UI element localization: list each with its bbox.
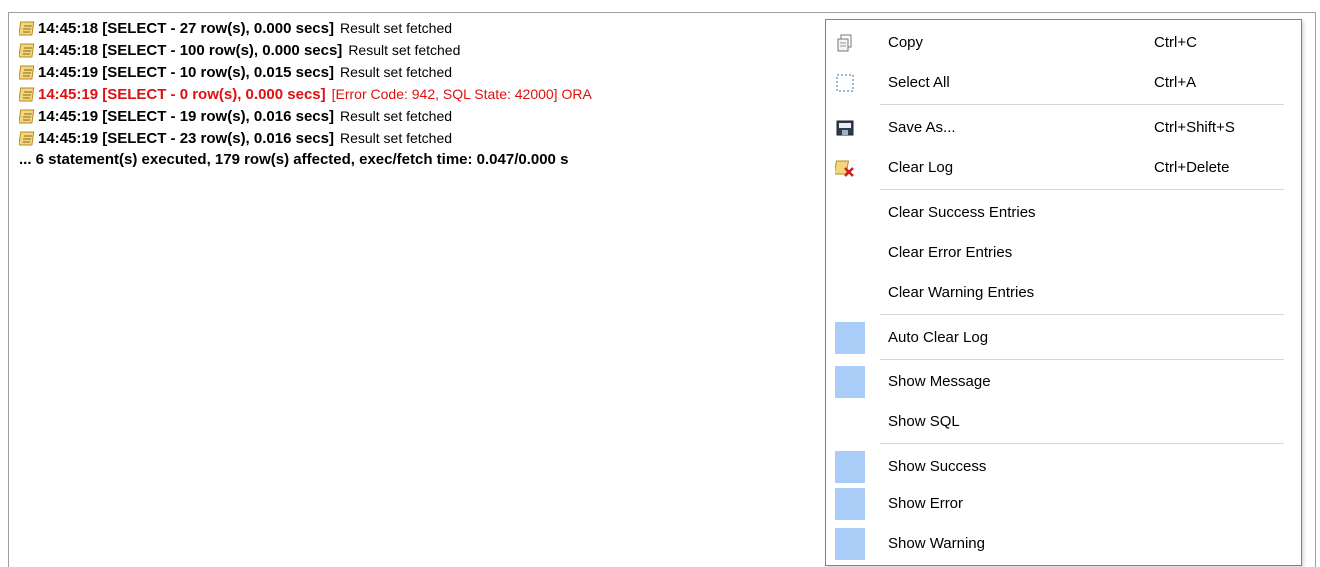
menu-label: Auto Clear Log [888, 329, 989, 346]
checked-indicator [835, 451, 865, 483]
menu-label: Copy [888, 34, 924, 51]
log-line[interactable]: 14:45:19 [SELECT - 10 row(s), 0.015 secs… [19, 61, 592, 83]
select-all-icon [836, 74, 854, 92]
log-stamp: 14:45:18 [SELECT - 100 row(s), 0.000 sec… [38, 42, 343, 59]
menu-label: Show Error [888, 495, 964, 512]
menu-item-select-all[interactable]: Select All Ctrl+A [826, 66, 1301, 100]
log-line[interactable]: 14:45:19 [SELECT - 19 row(s), 0.016 secs… [19, 105, 592, 127]
checked-indicator [835, 366, 865, 398]
menu-label: Show Success [888, 458, 987, 475]
menu-separator [880, 314, 1284, 315]
result-log-icon [19, 43, 35, 58]
log-message: [Error Code: 942, SQL State: 42000] ORA [331, 86, 592, 102]
checked-indicator [835, 488, 865, 520]
menu-label: Show Warning [888, 535, 985, 552]
menu-shortcut: Ctrl+Shift+S [1154, 119, 1235, 136]
menu-shortcut: Ctrl+C [1154, 34, 1197, 51]
result-log-icon [19, 131, 35, 146]
log-stamp: 14:45:19 [SELECT - 10 row(s), 0.015 secs… [38, 64, 334, 81]
menu-label: Clear Log [888, 159, 954, 176]
menu-item-show-message[interactable]: Show Message [826, 365, 1301, 399]
menu-label: Clear Success Entries [888, 204, 1036, 221]
menu-item-auto-clear-log[interactable]: Auto Clear Log [826, 321, 1301, 355]
log-message: Result set fetched [339, 108, 453, 124]
log-lines: 14:45:18 [SELECT - 27 row(s), 0.000 secs… [19, 17, 592, 171]
menu-separator [880, 189, 1284, 190]
menu-label: Show Message [888, 373, 991, 390]
copy-icon [837, 34, 852, 52]
menu-item-save-as[interactable]: Save As... Ctrl+Shift+S [826, 111, 1301, 145]
clear-log-icon [835, 160, 854, 177]
menu-shortcut: Ctrl+Delete [1154, 159, 1230, 176]
menu-item-show-error[interactable]: Show Error [826, 487, 1301, 521]
result-log-icon [19, 109, 35, 124]
checked-indicator [835, 322, 865, 354]
log-stamp: 14:45:19 [SELECT - 0 row(s), 0.000 secs] [38, 86, 326, 103]
result-log-icon [19, 21, 35, 36]
checked-indicator [835, 528, 865, 560]
menu-item-show-warning[interactable]: Show Warning [826, 527, 1301, 561]
log-stamp: 14:45:18 [SELECT - 27 row(s), 0.000 secs… [38, 20, 334, 37]
menu-item-show-success[interactable]: Show Success [826, 450, 1301, 484]
log-stamp: 14:45:19 [SELECT - 19 row(s), 0.016 secs… [38, 108, 334, 125]
log-line[interactable]: 14:45:18 [SELECT - 27 row(s), 0.000 secs… [19, 17, 592, 39]
menu-item-clear-error[interactable]: Clear Error Entries [826, 236, 1301, 270]
log-line-error[interactable]: 14:45:19 [SELECT - 0 row(s), 0.000 secs]… [19, 83, 592, 105]
log-line[interactable]: 14:45:19 [SELECT - 23 row(s), 0.016 secs… [19, 127, 592, 149]
menu-shortcut: Ctrl+A [1154, 74, 1197, 91]
log-message: Result set fetched [339, 130, 453, 146]
log-context-menu: Copy Ctrl+C Select All Ctrl+A Save As...… [825, 19, 1302, 566]
menu-label: Clear Warning Entries [888, 284, 1035, 301]
log-message: Result set fetched [339, 20, 453, 36]
menu-item-show-sql[interactable]: Show SQL [826, 405, 1301, 439]
menu-label: Clear Error Entries [888, 244, 1013, 261]
log-stamp: 14:45:19 [SELECT - 23 row(s), 0.016 secs… [38, 130, 334, 147]
menu-item-clear-log[interactable]: Clear Log Ctrl+Delete [826, 151, 1301, 185]
menu-separator [880, 443, 1284, 444]
menu-label: Show SQL [888, 413, 960, 430]
result-log-icon [19, 87, 35, 102]
log-summary: ... 6 statement(s) executed, 179 row(s) … [19, 151, 569, 168]
menu-item-clear-warning[interactable]: Clear Warning Entries [826, 276, 1301, 310]
log-message: Result set fetched [339, 64, 453, 80]
menu-item-copy[interactable]: Copy Ctrl+C [826, 26, 1301, 60]
log-message: Result set fetched [348, 42, 461, 58]
menu-item-clear-success[interactable]: Clear Success Entries [826, 196, 1301, 230]
menu-separator [880, 359, 1284, 360]
result-log-icon [19, 65, 35, 80]
menu-separator [880, 104, 1284, 105]
menu-label: Select All [888, 74, 950, 91]
log-line[interactable]: 14:45:18 [SELECT - 100 row(s), 0.000 sec… [19, 39, 592, 61]
menu-label: Save As... [888, 119, 956, 136]
save-icon [836, 120, 854, 136]
